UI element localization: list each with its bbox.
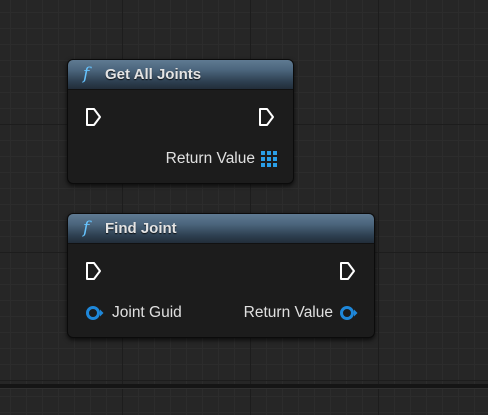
function-icon: f [83,64,90,84]
exec-input-pin[interactable] [85,261,102,281]
exec-output-icon [340,262,355,280]
joint-guid-input-pin[interactable]: Joint Guid [85,304,182,322]
return-value-output-pin[interactable]: Return Value [244,304,358,322]
node-title: Get All Joints [105,66,202,83]
find-joint-node[interactable]: f Find Joint Joint Guid Return Value [67,213,375,338]
graph-divider [0,384,488,388]
exec-input-icon [86,262,101,280]
exec-output-icon [259,108,274,126]
exec-input-icon [86,108,101,126]
get-all-joints-node[interactable]: f Get All Joints Return Value [67,59,294,184]
exec-output-pin[interactable] [339,261,356,281]
node-header[interactable]: f Find Joint [68,214,374,244]
function-icon: f [83,218,90,238]
return-value-output-pin[interactable]: Return Value [166,150,277,168]
return-value-label: Return Value [243,304,333,321]
node-header[interactable]: f Get All Joints [68,60,293,90]
array-pin-icon [261,151,277,167]
node-title: Find Joint [105,220,177,237]
struct-pin-icon [340,306,358,320]
exec-output-pin[interactable] [258,107,275,127]
joint-guid-label: Joint Guid [112,304,182,321]
return-value-label: Return Value [165,150,255,167]
struct-pin-icon [86,306,104,320]
exec-input-pin[interactable] [85,107,102,127]
